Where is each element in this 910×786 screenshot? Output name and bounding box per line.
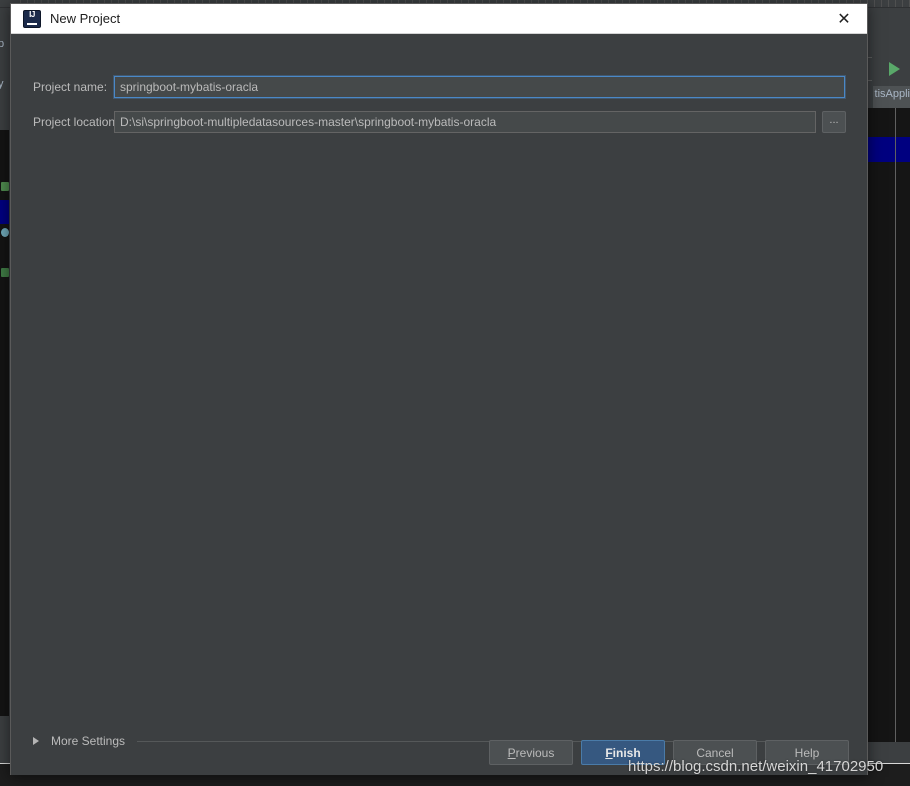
run-triangle-icon[interactable]: [889, 62, 900, 76]
ide-project-tool-strip[interactable]: [0, 130, 9, 716]
folder-icon: [1, 182, 9, 191]
dialog-title-bar: New Project ✕: [11, 4, 867, 34]
project-name-input[interactable]: [114, 76, 845, 98]
folder-icon-secondary: [1, 268, 9, 277]
watermark-url: https://blog.csdn.net/weixin_41702950: [628, 758, 884, 775]
close-icon[interactable]: ✕: [821, 4, 867, 33]
previous-button-mnemonic: P: [507, 745, 516, 760]
chevron-right-icon[interactable]: [33, 737, 39, 745]
project-name-label: Project name:: [33, 80, 108, 94]
ide-editor-file-tab[interactable]: tisAppli: [872, 86, 910, 110]
dialog-title: New Project: [50, 11, 121, 26]
browse-folder-button[interactable]: ...: [822, 111, 846, 133]
ide-left-edge-label-1: p: [0, 38, 5, 50]
project-location-label: Project location:: [33, 115, 119, 129]
ide-editor-caret-line: [895, 108, 896, 742]
finish-button-mnemonic: F: [605, 745, 613, 760]
ide-right-panel: tisAppli: [849, 24, 910, 764]
project-location-input[interactable]: [114, 111, 816, 133]
more-settings-label: More Settings: [51, 734, 126, 748]
new-project-dialog: New Project ✕ Project name: Project loca…: [10, 3, 868, 775]
project-name-row: Project name:: [11, 76, 867, 98]
ide-left-edge-label-2: y: [0, 78, 4, 90]
selected-row-highlight: [0, 200, 9, 224]
intellij-idea-icon: [23, 9, 41, 28]
ide-editor-pane: [862, 108, 910, 742]
previous-button[interactable]: Previous: [489, 740, 573, 765]
project-location-row: Project location: ...: [11, 111, 867, 133]
globe-icon: [1, 228, 9, 237]
dialog-body: Project name: Project location: ... More…: [11, 34, 867, 775]
previous-button-label: revious: [515, 745, 555, 760]
ide-code-selection: [862, 137, 910, 162]
